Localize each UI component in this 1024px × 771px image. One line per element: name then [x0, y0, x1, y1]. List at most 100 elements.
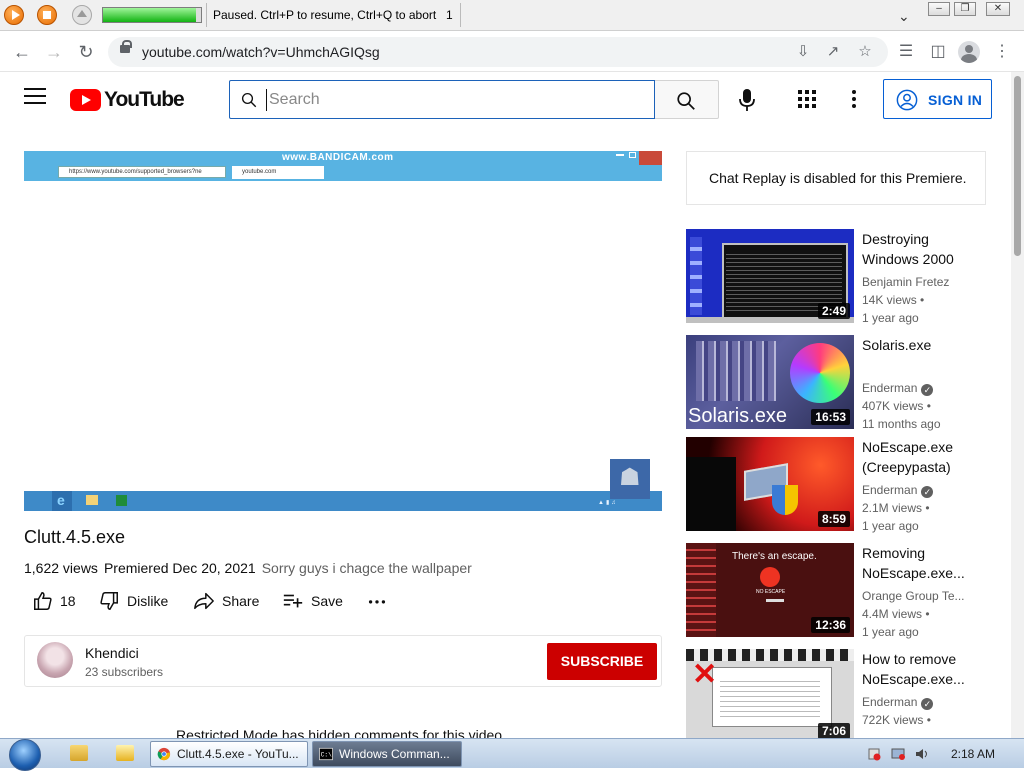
- recommendation-item[interactable]: Solaris.exe 16:53 Solaris.exe Enderman ✓ …: [686, 335, 996, 431]
- recommendation-title[interactable]: NoEscape.exe (Creepypasta): [862, 437, 988, 477]
- recommendation-views: 4.4M views •: [862, 607, 930, 621]
- install-app-icon[interactable]: ⇩: [792, 41, 814, 63]
- recommendation-views: 14K views •: [862, 293, 925, 307]
- search-icon: [241, 92, 257, 108]
- settings-more-icon[interactable]: [852, 90, 856, 108]
- apps-grid-icon[interactable]: [798, 90, 816, 108]
- profile-avatar-icon[interactable]: [958, 41, 980, 63]
- hamburger-menu-icon[interactable]: [24, 88, 46, 110]
- microphone-icon[interactable]: [737, 88, 757, 112]
- sign-in-button[interactable]: SIGN IN: [883, 79, 992, 119]
- thumbnail-caption: Solaris.exe: [688, 405, 787, 427]
- youtube-header: YouTube SIGN IN: [0, 72, 1011, 128]
- video-description[interactable]: Sorry guys i chagce the wallpaper: [262, 560, 472, 576]
- bookmark-star-icon[interactable]: ☆: [854, 41, 876, 63]
- minimize-icon[interactable]: –: [928, 2, 950, 16]
- recommendation-title[interactable]: How to remove NoEscape.exe...: [862, 649, 988, 689]
- stop-icon[interactable]: [37, 5, 57, 25]
- thumbs-up-icon: [34, 592, 52, 610]
- share-page-icon[interactable]: ↗: [822, 41, 844, 63]
- chat-replay-box: Chat Replay is disabled for this Premier…: [686, 151, 986, 205]
- save-button[interactable]: Save: [282, 589, 348, 613]
- video-duration: 16:53: [811, 409, 850, 425]
- browser-toolbar: ← → ↻ youtube.com/watch?v=UhmchAGIQsg ⇩ …: [0, 32, 1024, 72]
- video-thumbnail[interactable]: 8:59: [686, 437, 854, 531]
- system-clock[interactable]: 2:18 AM: [951, 747, 995, 761]
- side-panel-icon[interactable]: ◫: [926, 40, 950, 64]
- playlist-add-icon: [283, 594, 303, 608]
- like-button[interactable]: 18: [32, 589, 80, 613]
- channel-watermark-logo[interactable]: [610, 459, 650, 499]
- channel-name[interactable]: Enderman: [862, 381, 917, 395]
- media-control-icon[interactable]: ☰: [894, 40, 918, 64]
- search-icon: [677, 92, 695, 110]
- lock-icon[interactable]: [120, 40, 132, 53]
- recommendation-item[interactable]: 2:49 Destroying Windows 2000 Benjamin Fr…: [686, 229, 996, 325]
- video-meta: 1,622 views Premiered Dec 20, 2021 Sorry g…: [24, 560, 472, 576]
- subscriber-count: 23 subscribers: [85, 665, 164, 679]
- search-button[interactable]: [655, 80, 719, 119]
- url-text[interactable]: youtube.com/watch?v=UhmchAGIQsg: [142, 44, 380, 60]
- recommendation-item[interactable]: ✕ 7:06 How to remove NoEscape.exe... End…: [686, 649, 996, 738]
- recommendation-item[interactable]: 8:59 NoEscape.exe (Creepypasta) Enderman…: [686, 437, 996, 533]
- video-thumbnail[interactable]: There's an escape. NO ESCAPE 12:36: [686, 543, 854, 637]
- recorder-status-text: Paused. Ctrl+P to resume, Ctrl+Q to abor…: [213, 8, 437, 22]
- sign-in-label: SIGN IN: [928, 92, 983, 108]
- bandicam-watermark: www.BANDICAM.com: [282, 152, 394, 163]
- recommendation-channel[interactable]: Orange Group Te...: [862, 589, 965, 603]
- system-tray-icons[interactable]: [868, 747, 936, 761]
- taskbar-item-label: Windows Comman...: [339, 747, 450, 761]
- reload-icon[interactable]: ↻: [74, 40, 98, 64]
- dislike-button[interactable]: Dislike: [98, 589, 178, 613]
- recommendation-channel[interactable]: Enderman ✓: [862, 381, 934, 396]
- recommendation-title[interactable]: Removing NoEscape.exe...: [862, 543, 988, 583]
- player-screen-minimize-icon: [616, 154, 624, 156]
- recording-progress-fill: [103, 8, 197, 22]
- chevron-down-icon[interactable]: ⌄: [898, 8, 910, 25]
- browser-menu-icon[interactable]: ⋮: [990, 40, 1014, 64]
- channel-avatar[interactable]: [37, 642, 73, 678]
- recommendation-channel[interactable]: Enderman ✓: [862, 695, 934, 710]
- eject-icon[interactable]: [72, 5, 92, 25]
- video-thumbnail[interactable]: 2:49: [686, 229, 854, 323]
- recommendation-age: 1 year ago: [862, 519, 919, 533]
- more-actions-button[interactable]: [366, 589, 390, 613]
- toolbar-divider: [460, 3, 461, 27]
- page-scrollbar[interactable]: [1011, 72, 1024, 738]
- channel-name[interactable]: Khendici: [85, 645, 139, 661]
- search-input[interactable]: [266, 89, 636, 111]
- share-button[interactable]: Share: [193, 589, 265, 613]
- recommendation-views: 2.1M views •: [862, 501, 930, 515]
- recommendation-title[interactable]: Destroying Windows 2000: [862, 229, 988, 269]
- video-player[interactable]: www.BANDICAM.com https://www.youtube.com…: [24, 151, 662, 511]
- recommendation-channel[interactable]: Enderman ✓: [862, 483, 934, 498]
- play-icon[interactable]: [4, 5, 24, 25]
- taskbar-item-command-prompt[interactable]: C:\ Windows Comman...: [312, 741, 462, 767]
- close-icon[interactable]: ✕: [986, 2, 1010, 16]
- address-bar[interactable]: youtube.com/watch?v=UhmchAGIQsg ⇩ ↗ ☆: [108, 37, 888, 67]
- video-duration: 12:36: [811, 617, 850, 633]
- taskbar-item-chrome[interactable]: Clutt.4.5.exe - YouTu...: [150, 741, 308, 767]
- forward-arrow-icon[interactable]: →: [42, 40, 66, 64]
- search-box[interactable]: [229, 80, 655, 119]
- player-screen-maximize-icon: [629, 152, 636, 158]
- recommendation-title[interactable]: Solaris.exe: [862, 335, 988, 355]
- media-player-icon[interactable]: [116, 745, 134, 761]
- back-arrow-icon[interactable]: ←: [10, 40, 34, 64]
- recommendation-age: 1 year ago: [862, 311, 919, 325]
- video-thumbnail[interactable]: ✕ 7:06: [686, 649, 854, 738]
- ie-icon: [52, 491, 72, 511]
- video-title: Clutt.4.5.exe: [24, 527, 126, 547]
- windows-start-icon[interactable]: [6, 739, 44, 771]
- recommendation-item[interactable]: There's an escape. NO ESCAPE 12:36 Remov…: [686, 543, 996, 639]
- explorer-folder-icon[interactable]: [70, 745, 88, 761]
- player-screen-tray: ▲▮♫: [598, 500, 618, 506]
- restore-icon[interactable]: ❐: [954, 2, 976, 16]
- scrollbar-thumb[interactable]: [1014, 76, 1021, 256]
- subscribe-button[interactable]: SUBSCRIBE: [547, 643, 657, 680]
- video-duration: 2:49: [817, 303, 850, 319]
- channel-name[interactable]: Enderman: [862, 695, 917, 709]
- channel-name[interactable]: Enderman: [862, 483, 917, 497]
- video-thumbnail[interactable]: Solaris.exe 16:53: [686, 335, 854, 429]
- recommendation-channel[interactable]: Benjamin Fretez: [862, 275, 949, 289]
